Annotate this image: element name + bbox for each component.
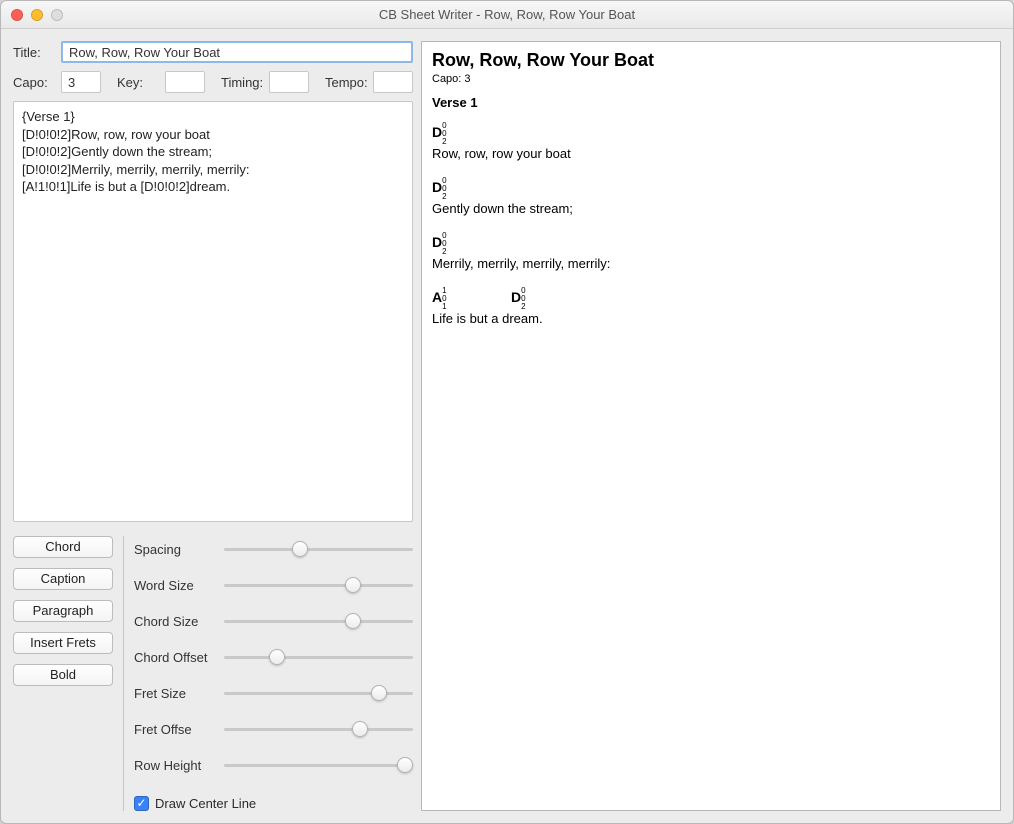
slider[interactable] bbox=[224, 647, 413, 667]
slider[interactable] bbox=[224, 575, 413, 595]
key-input[interactable] bbox=[165, 71, 205, 93]
zoom-icon[interactable] bbox=[51, 9, 63, 21]
key-label: Key: bbox=[117, 75, 157, 90]
capo-input[interactable] bbox=[61, 71, 101, 93]
preview-capo: Capo: 3 bbox=[432, 73, 990, 85]
lyric: Row, row, row your boat bbox=[432, 146, 990, 161]
preview-line: D002Merrily, merrily, merrily, merrily: bbox=[432, 226, 990, 271]
chord-button[interactable]: Chord bbox=[13, 536, 113, 558]
slider-label: Word Size bbox=[134, 578, 224, 593]
close-icon[interactable] bbox=[11, 9, 23, 21]
capo-label: Capo: bbox=[13, 75, 53, 90]
slider-row: Chord Size bbox=[134, 610, 413, 632]
slider-label: Row Height bbox=[134, 758, 224, 773]
preview-section: Verse 1 bbox=[432, 95, 990, 110]
slider[interactable] bbox=[224, 611, 413, 631]
title-label: Title: bbox=[13, 45, 53, 60]
slider[interactable] bbox=[224, 719, 413, 739]
caption-button[interactable]: Caption bbox=[13, 568, 113, 590]
chord: D002 bbox=[432, 122, 447, 146]
slider-row: Word Size bbox=[134, 574, 413, 596]
draw-center-line-checkbox[interactable]: ✓ bbox=[134, 796, 149, 811]
insert-frets-button[interactable]: Insert Frets bbox=[13, 632, 113, 654]
slider-row: Fret Offse bbox=[134, 718, 413, 740]
source-editor[interactable] bbox=[13, 101, 413, 522]
chord: D002 bbox=[511, 287, 526, 311]
paragraph-button[interactable]: Paragraph bbox=[13, 600, 113, 622]
slider[interactable] bbox=[224, 683, 413, 703]
slider-label: Chord Offset bbox=[134, 650, 224, 665]
slider[interactable] bbox=[224, 539, 413, 559]
separator bbox=[123, 536, 124, 811]
slider-label: Spacing bbox=[134, 542, 224, 557]
slider-row: Fret Size bbox=[134, 682, 413, 704]
chord: D002 bbox=[432, 177, 447, 201]
titlebar: CB Sheet Writer - Row, Row, Row Your Boa… bbox=[1, 1, 1013, 29]
preview-pane: Row, Row, Row Your Boat Capo: 3 Verse 1 … bbox=[421, 41, 1001, 811]
chord: A101 bbox=[432, 287, 447, 311]
preview-line: A101 D002Life is but a dream. bbox=[432, 281, 990, 326]
minimize-icon[interactable] bbox=[31, 9, 43, 21]
window-title: CB Sheet Writer - Row, Row, Row Your Boa… bbox=[1, 7, 1013, 22]
timing-input[interactable] bbox=[269, 71, 309, 93]
slider-row: Row Height bbox=[134, 754, 413, 776]
app-window: CB Sheet Writer - Row, Row, Row Your Boa… bbox=[0, 0, 1014, 824]
preview-title: Row, Row, Row Your Boat bbox=[432, 50, 990, 71]
slider-label: Chord Size bbox=[134, 614, 224, 629]
tempo-input[interactable] bbox=[373, 71, 413, 93]
tempo-label: Tempo: bbox=[325, 75, 365, 90]
slider-row: Chord Offset bbox=[134, 646, 413, 668]
draw-center-line-label: Draw Center Line bbox=[155, 796, 256, 811]
slider[interactable] bbox=[224, 755, 413, 775]
lyric: Life is but a dream. bbox=[432, 311, 990, 326]
chord: D002 bbox=[432, 232, 447, 256]
slider-label: Fret Offse bbox=[134, 722, 224, 737]
slider-row: Spacing bbox=[134, 538, 413, 560]
lyric: Merrily, merrily, merrily, merrily: bbox=[432, 256, 990, 271]
preview-line: D002Gently down the stream; bbox=[432, 171, 990, 216]
lyric: Gently down the stream; bbox=[432, 201, 990, 216]
slider-label: Fret Size bbox=[134, 686, 224, 701]
preview-line: D002Row, row, row your boat bbox=[432, 116, 990, 161]
bold-button[interactable]: Bold bbox=[13, 664, 113, 686]
timing-label: Timing: bbox=[221, 75, 261, 90]
title-input[interactable] bbox=[61, 41, 413, 63]
